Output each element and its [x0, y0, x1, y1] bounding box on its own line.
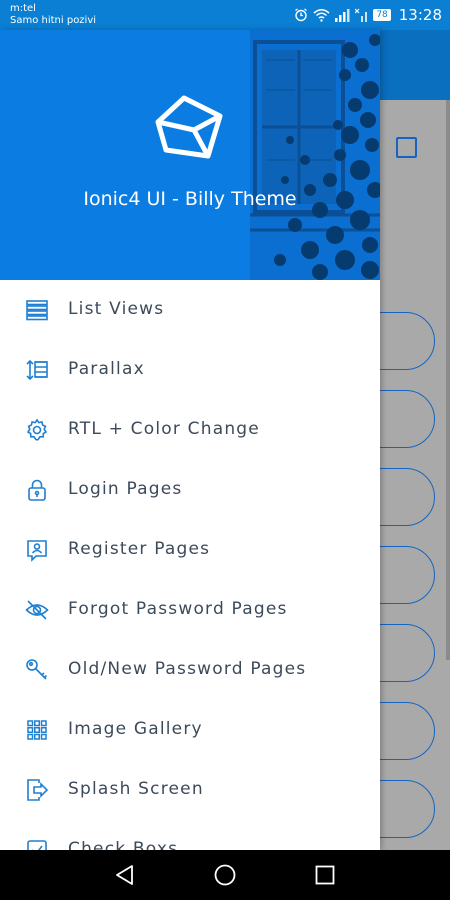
menu-item-label: Register Pages — [68, 539, 211, 559]
menu-item-label: Check Boxs — [68, 839, 179, 850]
menu-item-label: RTL + Color Change — [68, 419, 260, 439]
status-icons: 78 13:28 — [294, 5, 442, 25]
menu-item-forgot-password[interactable]: Forgot Password Pages — [0, 580, 380, 640]
eye-off-icon — [25, 600, 49, 620]
menu-item-label: Old/New Password Pages — [68, 659, 307, 679]
signal-x-icon — [355, 8, 368, 22]
exit-icon — [27, 779, 49, 801]
grid-icon — [27, 720, 47, 740]
menu-item-splash-screen[interactable]: Splash Screen — [0, 760, 380, 820]
back-icon[interactable] — [113, 863, 137, 887]
recents-icon[interactable] — [313, 863, 337, 887]
menu-item-label: Parallax — [68, 359, 145, 379]
side-menu: Ionic4 UI - Billy Theme List Views Paral… — [0, 30, 380, 850]
menu-item-old-new-password[interactable]: Old/New Password Pages — [0, 640, 380, 700]
menu-item-label: Login Pages — [68, 479, 183, 499]
drawer-header: Ionic4 UI - Billy Theme — [0, 30, 380, 280]
list-icon — [26, 300, 48, 321]
cube-logo — [155, 95, 223, 159]
checkbox-icon — [27, 840, 47, 850]
key-icon — [26, 659, 48, 680]
background-scrollbar — [446, 100, 450, 660]
window-vines-image — [250, 30, 380, 280]
parallax-icon — [26, 359, 48, 381]
navigation-bar — [0, 850, 450, 900]
menu-item-register[interactable]: Register Pages — [0, 520, 380, 580]
menu-item-parallax[interactable]: Parallax — [0, 340, 380, 400]
menu-item-image-gallery[interactable]: Image Gallery — [0, 700, 380, 760]
gear-icon — [26, 418, 48, 441]
menu-item-rtl-color[interactable]: RTL + Color Change — [0, 400, 380, 460]
background-checkbox — [396, 137, 417, 158]
menu-item-label: Forgot Password Pages — [68, 599, 288, 619]
menu-item-label: Image Gallery — [68, 719, 203, 739]
menu-item-list-views[interactable]: List Views — [0, 280, 380, 340]
menu-list: List Views Parallax RTL + Color Change L… — [0, 280, 380, 850]
carrier-name: m:tel — [10, 3, 36, 14]
drawer-title: Ionic4 UI - Billy Theme — [83, 188, 297, 210]
signal-icon — [335, 9, 350, 22]
battery-icon: 78 — [373, 9, 391, 21]
menu-item-check-boxs[interactable]: Check Boxs — [0, 820, 380, 850]
clock: 13:28 — [398, 6, 442, 24]
carrier-info: m:tel Samo hitni pozivi — [10, 3, 96, 27]
person-card-icon — [27, 540, 47, 562]
lock-icon — [28, 479, 46, 501]
carrier-status: Samo hitni pozivi — [10, 15, 97, 26]
home-icon[interactable] — [213, 863, 237, 887]
alarm-icon — [295, 8, 308, 22]
wifi-icon — [313, 9, 330, 22]
menu-item-login[interactable]: Login Pages — [0, 460, 380, 520]
menu-item-label: List Views — [68, 299, 165, 319]
menu-item-label: Splash Screen — [68, 779, 204, 799]
status-bar: m:tel Samo hitni pozivi 78 13:28 — [0, 0, 450, 30]
